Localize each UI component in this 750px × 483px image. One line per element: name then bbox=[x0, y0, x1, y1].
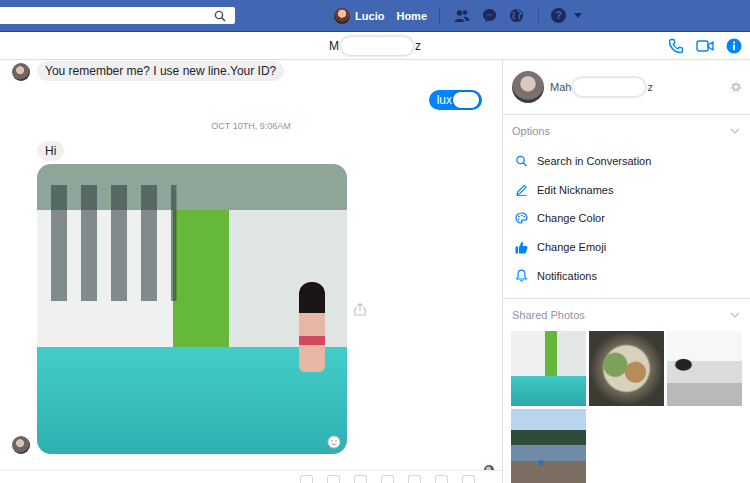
shared-photo-thumbnail[interactable] bbox=[667, 331, 742, 406]
search-field[interactable] bbox=[0, 7, 235, 24]
composer-tool-icon[interactable] bbox=[462, 475, 475, 483]
option-label[interactable]: Change Emoji bbox=[537, 241, 606, 253]
messenger-icon[interactable] bbox=[482, 8, 497, 23]
gear-icon[interactable] bbox=[730, 81, 742, 93]
messenger-window: Lucio Home ? Mz You remember me? I use n… bbox=[0, 0, 750, 483]
shared-photos-header[interactable]: Shared Photos bbox=[503, 299, 750, 331]
avatar-spacer bbox=[12, 143, 30, 161]
thumbs-up-icon bbox=[515, 241, 528, 254]
message-bubble[interactable]: lux bbox=[429, 90, 482, 110]
message-bubble[interactable]: Hi bbox=[37, 141, 64, 161]
divider bbox=[538, 8, 539, 24]
conversation-info-panel: Mahz Options Search in Conversation Edit… bbox=[502, 60, 750, 483]
message-row: lux bbox=[0, 90, 502, 110]
composer-tool-icon[interactable] bbox=[408, 475, 421, 483]
friends-icon[interactable] bbox=[454, 9, 470, 23]
composer-toolbar bbox=[0, 470, 502, 483]
conversation-body: You remember me? I use new line.Your ID?… bbox=[0, 60, 750, 483]
user-name[interactable]: Lucio bbox=[355, 10, 384, 22]
profile-row: Mahz bbox=[503, 60, 750, 115]
contact-name[interactable]: Mahz bbox=[550, 78, 724, 96]
shared-photo[interactable] bbox=[37, 164, 347, 454]
redaction-mark bbox=[453, 92, 479, 108]
pencil-icon bbox=[515, 184, 528, 196]
account-menu-icon[interactable] bbox=[574, 13, 582, 18]
top-bar: Lucio Home ? bbox=[0, 0, 750, 32]
section-title[interactable]: Options bbox=[512, 125, 550, 137]
composer-tool-icon[interactable] bbox=[435, 475, 448, 483]
globe-icon[interactable] bbox=[509, 8, 524, 23]
photo-person bbox=[299, 282, 325, 372]
option-item[interactable]: Change Color bbox=[503, 204, 750, 233]
bell-icon bbox=[515, 269, 528, 282]
palette-icon bbox=[515, 212, 528, 224]
option-item[interactable]: Edit Nicknames bbox=[503, 176, 750, 205]
option-item[interactable]: Notifications bbox=[503, 261, 750, 290]
message-row bbox=[0, 164, 502, 454]
option-label[interactable]: Search in Conversation bbox=[537, 155, 651, 167]
option-item[interactable]: Change Emoji bbox=[503, 233, 750, 262]
section-title[interactable]: Shared Photos bbox=[512, 309, 585, 321]
option-item[interactable]: Search in Conversation bbox=[503, 147, 750, 176]
redaction-mark bbox=[573, 78, 645, 96]
contact-avatar[interactable] bbox=[12, 436, 30, 454]
options-header[interactable]: Options bbox=[503, 115, 750, 147]
options-list: Search in Conversation Edit Nicknames Ch… bbox=[503, 147, 750, 299]
nav-link[interactable]: Home bbox=[396, 10, 427, 22]
search-icon bbox=[515, 155, 528, 167]
shared-photo-grid bbox=[503, 331, 750, 483]
magnifier-icon[interactable] bbox=[214, 10, 226, 22]
shared-photo-thumbnail[interactable] bbox=[589, 331, 664, 406]
timestamp: OCT 10TH, 9:06AM bbox=[0, 120, 502, 132]
chat-panel: You remember me? I use new line.Your ID?… bbox=[0, 60, 502, 483]
option-label[interactable]: Change Color bbox=[537, 212, 605, 224]
share-icon[interactable] bbox=[353, 302, 367, 316]
user-avatar[interactable] bbox=[334, 8, 350, 24]
chevron-icon[interactable] bbox=[730, 312, 740, 318]
message-bubble[interactable]: You remember me? I use new line.Your ID? bbox=[37, 61, 284, 81]
redaction-mark bbox=[341, 37, 413, 55]
phone-icon[interactable] bbox=[668, 38, 684, 54]
composer-tool-icon[interactable] bbox=[327, 475, 340, 483]
info-icon[interactable] bbox=[726, 38, 742, 54]
top-nav: Lucio Home ? bbox=[334, 8, 750, 24]
shared-photo-thumbnail[interactable] bbox=[511, 331, 586, 406]
profile-link[interactable]: Lucio bbox=[334, 8, 384, 24]
shared-photo-thumbnail[interactable] bbox=[511, 409, 586, 483]
conversation-header: Mz bbox=[0, 32, 750, 60]
reaction-icon[interactable] bbox=[327, 435, 341, 449]
divider bbox=[439, 8, 440, 24]
composer-tool-icon[interactable] bbox=[381, 475, 394, 483]
chevron-icon[interactable] bbox=[730, 128, 740, 134]
contact-avatar[interactable] bbox=[12, 63, 30, 81]
video-call-icon[interactable] bbox=[696, 39, 714, 53]
composer-tool-icon[interactable] bbox=[354, 475, 367, 483]
option-label[interactable]: Notifications bbox=[537, 270, 597, 282]
help-button[interactable]: ? bbox=[551, 8, 566, 23]
conversation-actions bbox=[421, 38, 750, 54]
message-row: Hi bbox=[0, 141, 502, 161]
contact-avatar[interactable] bbox=[512, 71, 544, 103]
conversation-title: Mz bbox=[329, 37, 421, 55]
message-row: You remember me? I use new line.Your ID? bbox=[0, 61, 502, 81]
composer-tool-icon[interactable] bbox=[300, 475, 313, 483]
option-label[interactable]: Edit Nicknames bbox=[537, 184, 613, 196]
message-list: You remember me? I use new line.Your ID?… bbox=[0, 60, 502, 470]
